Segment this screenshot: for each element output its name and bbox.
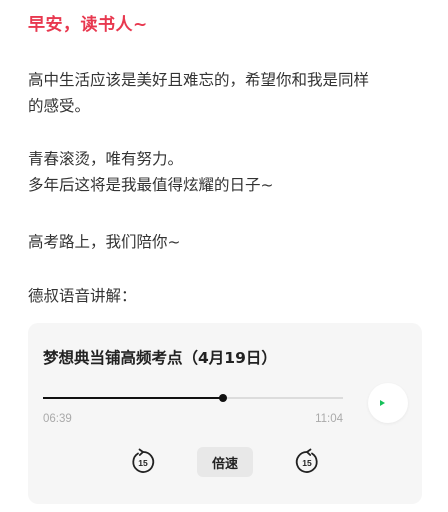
paragraph-exam: 高考路上，我们陪你~: [28, 233, 181, 251]
total-time: 11:04: [315, 413, 343, 425]
current-time: 06:39: [43, 413, 72, 425]
forward-15-button[interactable]: 15: [292, 447, 322, 477]
progress-track[interactable]: [43, 394, 343, 402]
play-icon: [380, 400, 385, 406]
rewind-seconds-label: 15: [138, 458, 148, 468]
paragraph-line: 青春滚烫，唯有努力。: [28, 150, 184, 168]
paragraph-line: 高中生活应该是美好且难忘的，希望你和我是同样: [28, 71, 370, 89]
paragraph-line: 的感受。: [28, 97, 91, 115]
rewind-icon: 15: [132, 448, 155, 473]
play-button[interactable]: [368, 383, 408, 423]
paragraph-line: 多年后这将是我最值得炫耀的日子~: [28, 176, 274, 194]
paragraph-voice-intro: 德叔语音讲解：: [28, 287, 137, 305]
forward-icon: 15: [295, 448, 318, 473]
audio-player: 梦想典当铺高频考点（4月19日） 06:39 11:04 15 倍速 15: [28, 323, 422, 504]
paragraph-youth: 青春滚烫，唯有努力。 多年后这将是我最值得炫耀的日子~: [28, 146, 428, 198]
audio-title: 梦想典当铺高频考点（4月19日）: [43, 349, 277, 367]
rewind-15-button[interactable]: 15: [128, 447, 158, 477]
progress-knob[interactable]: [219, 394, 228, 402]
progress-fill: [43, 397, 224, 399]
article-page: 早安，读书人~ 高中生活应该是美好且难忘的，希望你和我是同样 的感受。 青春滚烫…: [0, 0, 448, 512]
greeting-heading: 早安，读书人~: [28, 15, 148, 35]
speed-button[interactable]: 倍速: [197, 447, 253, 477]
paragraph-intro: 高中生活应该是美好且难忘的，希望你和我是同样 的感受。: [28, 67, 428, 119]
forward-seconds-label: 15: [302, 458, 312, 468]
